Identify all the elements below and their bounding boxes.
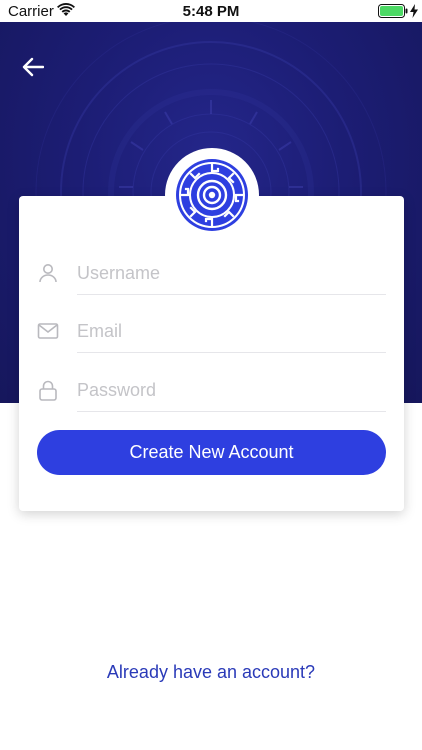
password-input[interactable]	[77, 373, 385, 407]
lock-icon	[39, 380, 57, 401]
charging-bolt-icon	[410, 4, 418, 18]
battery-icon	[378, 4, 408, 18]
logo	[165, 148, 259, 242]
back-button[interactable]	[18, 52, 48, 82]
create-account-button[interactable]: Create New Account	[37, 430, 386, 475]
password-field-row	[19, 359, 404, 417]
email-underline	[77, 352, 386, 353]
password-underline	[77, 411, 386, 412]
username-input[interactable]	[77, 256, 385, 290]
username-underline	[77, 294, 386, 295]
status-bar: Carrier 5:48 PM	[0, 0, 422, 22]
greek-key-emblem-icon	[176, 159, 248, 231]
user-icon	[39, 264, 57, 283]
arrow-left-icon	[22, 57, 44, 77]
email-input[interactable]	[77, 314, 385, 348]
mail-icon	[37, 323, 59, 339]
clock: 5:48 PM	[182, 3, 240, 20]
email-field-row	[19, 300, 404, 358]
login-link[interactable]: Already have an account?	[0, 662, 422, 683]
username-field-row	[19, 242, 404, 300]
